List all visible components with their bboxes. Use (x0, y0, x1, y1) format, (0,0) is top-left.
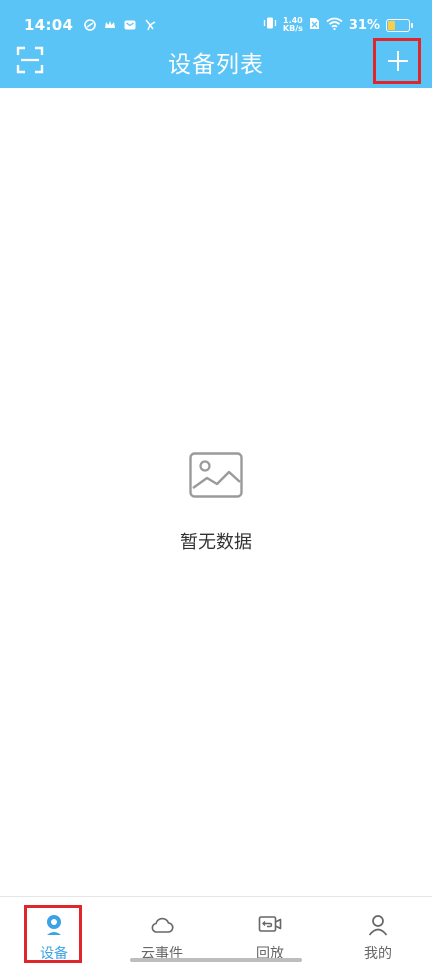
profile-icon (368, 915, 388, 936)
fan-icon (144, 17, 156, 31)
battery-percent: 31% (348, 17, 380, 33)
cloud-icon (151, 917, 174, 933)
page-title: 设备列表 (168, 52, 264, 78)
tab-label: 我的 (364, 946, 392, 962)
tab-label: 设备 (40, 946, 68, 962)
status-time: 14:04 (24, 16, 74, 34)
tab-playback[interactable]: 回放 (216, 897, 324, 965)
wifi-icon (326, 16, 343, 34)
add-device-button[interactable] (373, 38, 421, 84)
tab-device[interactable]: 设备 (0, 897, 108, 965)
app-header: 14:04 1.40 KB/s 31% 设备列表 (0, 0, 432, 88)
no-sim-icon (309, 16, 320, 34)
net-speed-unit: KB/s (282, 24, 303, 33)
playback-icon (258, 916, 282, 932)
notification-icons (84, 17, 156, 31)
tab-mine[interactable]: 我的 (324, 897, 432, 965)
image-placeholder-icon (189, 452, 243, 498)
empty-state: 暂无数据 (0, 452, 432, 554)
battery-icon (386, 18, 413, 32)
device-icon (47, 915, 61, 935)
vibrate-icon (263, 16, 277, 34)
mail-icon (124, 17, 136, 30)
home-indicator[interactable] (130, 958, 302, 962)
app-notification-icon (84, 17, 96, 31)
bottom-tab-bar: 设备 云事件 回放 我的 (0, 896, 432, 965)
status-bar: 14:04 1.40 KB/s 31% (0, 0, 432, 50)
crown-icon (104, 17, 116, 29)
empty-state-text: 暂无数据 (180, 532, 252, 553)
plus-icon (388, 51, 408, 71)
battery-level (388, 20, 395, 30)
tab-cloud-events[interactable]: 云事件 (108, 897, 216, 965)
status-right: 1.40 KB/s 31% (263, 16, 413, 34)
net-speed: 1.40 KB/s (283, 17, 303, 33)
